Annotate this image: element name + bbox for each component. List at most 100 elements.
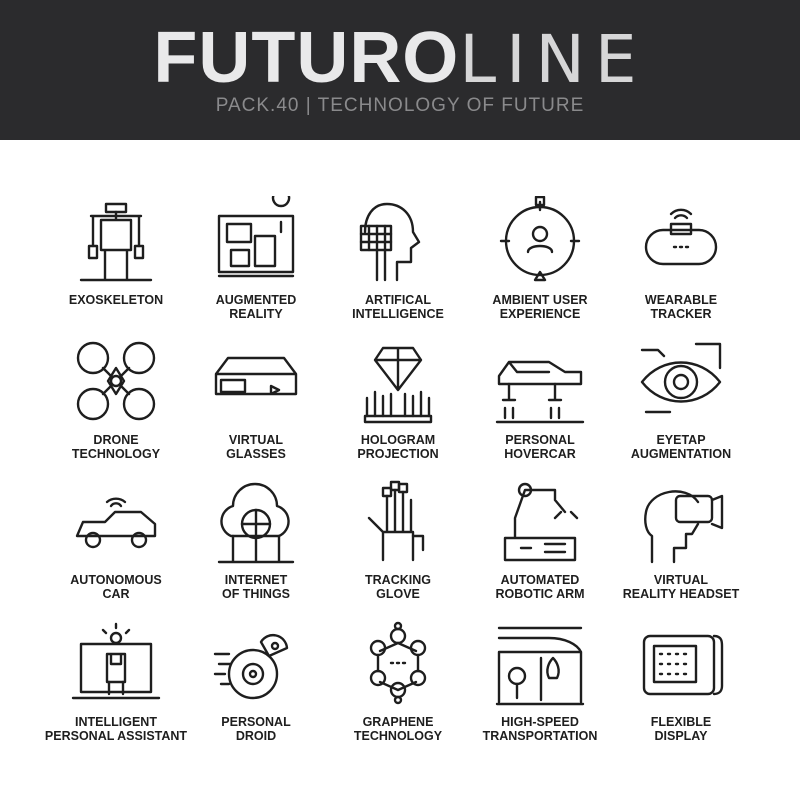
title-light: LINE	[459, 21, 647, 98]
robotic-arm-icon	[503, 482, 579, 562]
icon-label-line1: DRONE	[93, 433, 139, 447]
icon-tile: INTELLIGENT PERSONAL ASSISTANT	[36, 618, 196, 743]
train-icon	[495, 626, 585, 706]
icon-label-line2: CAR	[102, 586, 130, 601]
icon-label: EYETAP AUGMENTATION	[601, 433, 761, 461]
icon-label: AUTOMATED ROBOTIC ARM	[460, 573, 620, 601]
icon-label: TRACKING GLOVE	[318, 573, 478, 601]
subtitle: PACK.40 | TECHNOLOGY OF FUTURE	[215, 95, 585, 116]
icon-label-line2: AUGMENTATION	[630, 446, 732, 461]
icon-label-line2: TRANSPORTATION	[482, 728, 598, 743]
icon-label: HIGH-SPEED TRANSPORTATION	[460, 715, 620, 743]
icon-tile: AUGMENTED REALITY	[176, 196, 336, 321]
icon-label-line1: EXOSKELETON	[68, 293, 164, 307]
icon-label-line1: FLEXIBLE	[650, 715, 712, 729]
icon-label-line2: TRACKER	[650, 306, 712, 321]
icon-label-line1: AUGMENTED	[215, 293, 297, 307]
header-banner: FUTUROLINE PACK.40 | TECHNOLOGY OF FUTUR…	[0, 0, 800, 140]
augmented-reality-icon	[217, 196, 295, 278]
icon-label-line2: DROID	[235, 728, 277, 743]
laptop-assistant-icon	[71, 622, 161, 700]
icon-label: AUTONOMOUS CAR	[36, 573, 196, 601]
icon-label-line2: TECHNOLOGY	[353, 728, 443, 743]
icon-label-line1: GRAPHENE	[362, 715, 434, 729]
icon-tile: GRAPHENE TECHNOLOGY	[318, 618, 478, 743]
cloud-globe-icon	[217, 482, 295, 564]
droid-icon	[213, 633, 289, 700]
icon-tile: VIRTUAL REALITY HEADSET	[601, 476, 761, 601]
icon-label-line1: HIGH-SPEED	[501, 715, 579, 729]
ambient-user-experience-icon	[499, 196, 581, 282]
icon-label: AUGMENTED REALITY	[176, 293, 336, 321]
icon-tile: HOLOGRAM PROJECTION	[318, 336, 478, 461]
wearable-tracker-icon	[644, 208, 718, 266]
icon-label-line1: WEARABLE	[644, 293, 718, 307]
virtual-glasses-icon	[214, 356, 298, 396]
icon-label: PERSONAL HOVERCAR	[460, 433, 620, 461]
icon-label: HOLOGRAM PROJECTION	[318, 433, 478, 461]
icon-label: VIRTUAL REALITY HEADSET	[601, 573, 761, 601]
icon-label-line2: ROBOTIC ARM	[495, 586, 585, 601]
exoskeleton-icon	[79, 202, 153, 282]
tracking-glove-icon	[367, 480, 425, 562]
icon-label-line2: GLOVE	[376, 586, 420, 601]
autonomous-car-icon	[75, 497, 157, 549]
icon-label-line1: INTERNET	[224, 573, 288, 587]
hologram-icon	[363, 346, 433, 424]
icon-label-line2: INTELLIGENCE	[352, 306, 444, 321]
icon-label-line2: DISPLAY	[654, 728, 708, 743]
icon-label-line2: REALITY	[229, 306, 283, 321]
icon-label-line1: ARTIFICAL	[365, 293, 431, 307]
icon-label: INTERNET OF THINGS	[176, 573, 336, 601]
icon-tile: VIRTUAL GLASSES	[176, 336, 336, 461]
icon-label: VIRTUAL GLASSES	[176, 433, 336, 461]
icon-tile: EXOSKELETON	[36, 196, 196, 308]
icon-label-line2: PERSONAL ASSISTANT	[44, 728, 188, 743]
icon-label: EXOSKELETON	[36, 293, 196, 308]
icon-label-line1: AUTOMATED	[500, 573, 580, 587]
icon-label: GRAPHENE TECHNOLOGY	[318, 715, 478, 743]
icon-label: DRONE TECHNOLOGY	[36, 433, 196, 461]
icon-label-line1: VIRTUAL	[228, 433, 284, 447]
icon-label: PERSONAL DROID	[176, 715, 336, 743]
icon-tile: AMBIENT USER EXPERIENCE	[460, 196, 620, 321]
icon-label-line2: GLASSES	[226, 446, 286, 461]
flexible-display-icon	[642, 634, 724, 696]
icon-label-line1: AMBIENT USER	[492, 293, 588, 307]
page-title: FUTUROLINE	[0, 18, 800, 100]
icon-label-line2: EXPERIENCE	[499, 306, 581, 321]
icon-label: AMBIENT USER EXPERIENCE	[460, 293, 620, 321]
icon-tile: DRONE TECHNOLOGY	[36, 336, 196, 461]
title-bold: FUTURO	[153, 18, 460, 98]
icon-label-line2: TECHNOLOGY	[71, 446, 161, 461]
icon-tile: PERSONAL DROID	[176, 618, 336, 743]
icon-label-line1: TRACKING	[365, 573, 431, 587]
icon-label-line1: PERSONAL	[221, 715, 291, 729]
hovercar-icon	[495, 360, 585, 424]
icon-label: ARTIFICAL INTELLIGENCE	[318, 293, 478, 321]
icon-label-line1: PERSONAL	[505, 433, 575, 447]
icon-tile: EYETAP AUGMENTATION	[601, 336, 761, 461]
icon-tile: HIGH-SPEED TRANSPORTATION	[460, 618, 620, 743]
icon-tile: PERSONAL HOVERCAR	[460, 336, 620, 461]
icon-tile: TRACKING GLOVE	[318, 476, 478, 601]
icon-label-line1: AUTONOMOUS	[70, 573, 162, 587]
eye-icon	[640, 342, 722, 414]
artificial-intelligence-icon	[359, 202, 421, 282]
icon-tile: INTERNET OF THINGS	[176, 476, 336, 601]
vr-headset-icon	[644, 490, 724, 564]
icon-tile: AUTOMATED ROBOTIC ARM	[460, 476, 620, 601]
icon-label-line2: PROJECTION	[357, 446, 439, 461]
icon-label-line2: OF THINGS	[221, 586, 291, 601]
icon-tile: AUTONOMOUS CAR	[36, 476, 196, 601]
icon-label: WEARABLE TRACKER	[601, 293, 761, 321]
icon-label-line1: HOLOGRAM	[360, 433, 436, 447]
graphene-icon	[369, 621, 427, 705]
icon-tile: ARTIFICAL INTELLIGENCE	[318, 196, 478, 321]
icon-label-line1: VIRTUAL	[653, 573, 709, 587]
icon-tile: FLEXIBLE DISPLAY	[601, 618, 761, 743]
icon-label: INTELLIGENT PERSONAL ASSISTANT	[36, 715, 196, 743]
drone-icon	[76, 341, 156, 421]
icon-label: FLEXIBLE DISPLAY	[601, 715, 761, 743]
icon-tile: WEARABLE TRACKER	[601, 196, 761, 321]
